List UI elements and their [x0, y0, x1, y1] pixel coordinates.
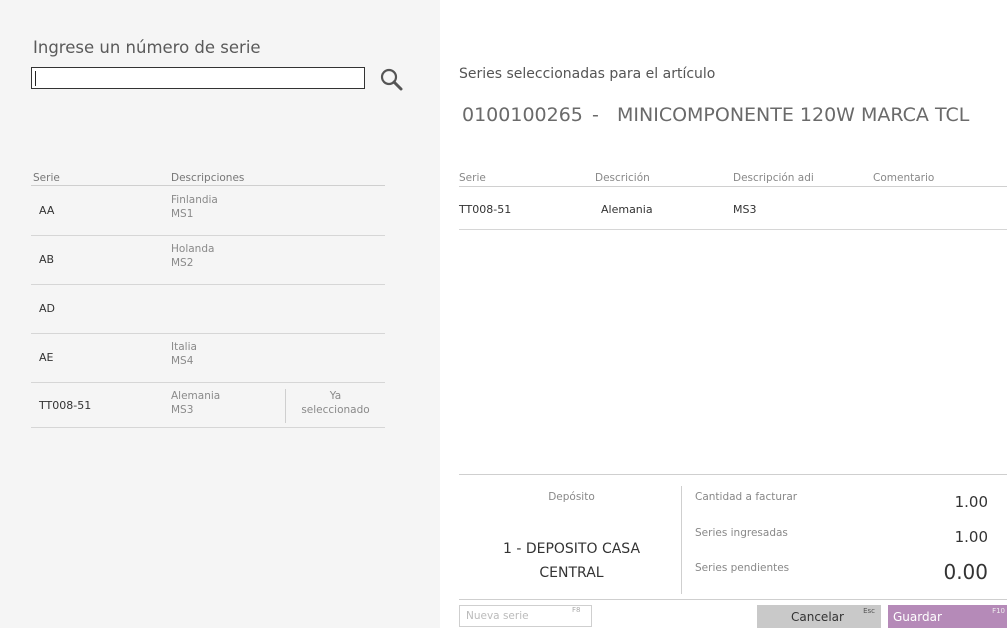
footer-divider [459, 599, 1007, 600]
serial-row[interactable]: AA Finlandia MS1 [31, 187, 385, 236]
status-label-line1: Ya [329, 390, 342, 402]
cancel-shortcut: Esc [863, 607, 875, 615]
summary-vertical-divider [681, 486, 682, 594]
serial-desc-1: Holanda [171, 243, 215, 255]
series-ingresadas-label: Series ingresadas [695, 527, 788, 539]
serial-row[interactable]: AE Italia MS4 [31, 334, 385, 383]
serial-code: TT008-51 [39, 399, 92, 412]
selected-serial-desc: Alemania [601, 203, 653, 216]
text-cursor [35, 71, 36, 86]
cantidad-facturar-value: 1.00 [954, 493, 988, 511]
selected-series-panel: Series seleccionadas para el artículo 01… [440, 0, 1007, 628]
deposito-value-line2: CENTRAL [539, 565, 604, 581]
search-icon[interactable] [377, 66, 407, 94]
deposito-label: Depósito [548, 491, 595, 503]
serial-search-input[interactable] [31, 67, 365, 89]
new-serie-shortcut: F8 [572, 606, 581, 614]
deposito-value-line1: 1 - DEPOSITO CASA [502, 541, 641, 557]
column-header-comentario: Comentario [873, 172, 935, 184]
serial-row[interactable]: AB Holanda MS2 [31, 236, 385, 285]
serial-desc-1: Italia [171, 341, 197, 353]
column-header-serie: Serie [33, 172, 60, 184]
serial-desc-1: Alemania [171, 390, 221, 402]
serial-desc-2: MS3 [171, 404, 194, 416]
serial-code: AB [39, 253, 55, 266]
cancel-button[interactable]: Cancelar Esc [757, 605, 881, 628]
search-label: Ingrese un número de serie [33, 38, 261, 57]
selected-serial-row[interactable]: TT008-51 Alemania MS3 [459, 187, 1007, 230]
article-description: MINICOMPONENTE 120W MARCA TCL [617, 104, 970, 126]
article-separator: - [592, 104, 599, 126]
column-header-descripcion: Descrición [595, 172, 650, 184]
column-header-serie: Serie [459, 172, 486, 184]
cantidad-facturar-label: Cantidad a facturar [695, 491, 798, 503]
summary-divider [459, 474, 1007, 475]
serial-desc-2: MS1 [171, 208, 194, 220]
series-ingresadas-value: 1.00 [954, 528, 988, 546]
cancel-button-label: Cancelar [791, 610, 844, 624]
article-code: 0100100265 [462, 104, 583, 126]
serial-desc-2: MS4 [171, 355, 194, 367]
header-divider [31, 185, 385, 186]
serial-row-selected[interactable]: TT008-51 Alemania MS3 Ya seleccionado [31, 383, 385, 428]
save-button[interactable]: Guardar F10 [888, 605, 1007, 628]
serial-search-panel: Ingrese un número de serie Serie Descrip… [0, 0, 440, 628]
serial-code: AE [39, 351, 54, 364]
serial-code: AD [39, 302, 55, 315]
save-shortcut: F10 [992, 607, 1005, 615]
series-pendientes-value: 0.00 [943, 560, 988, 584]
deposito-value: 1 - DEPOSITO CASA CENTRAL [459, 537, 684, 585]
status-label-line2: seleccionado [301, 404, 370, 416]
serial-row[interactable]: AD [31, 285, 385, 334]
column-header-descripciones: Descripciones [171, 172, 245, 184]
column-header-descripcion-adi: Descripción adi [733, 172, 814, 184]
series-pendientes-label: Series pendientes [695, 562, 790, 574]
selected-series-title: Series seleccionadas para el artículo [459, 66, 716, 82]
serial-desc-2: MS2 [171, 257, 194, 269]
serial-code: AA [39, 204, 55, 217]
selected-serial-code: TT008-51 [459, 203, 512, 216]
selected-serial-desc-adi: MS3 [733, 203, 757, 216]
serial-desc-1: Finlandia [171, 194, 218, 206]
save-button-label: Guardar [893, 610, 942, 624]
